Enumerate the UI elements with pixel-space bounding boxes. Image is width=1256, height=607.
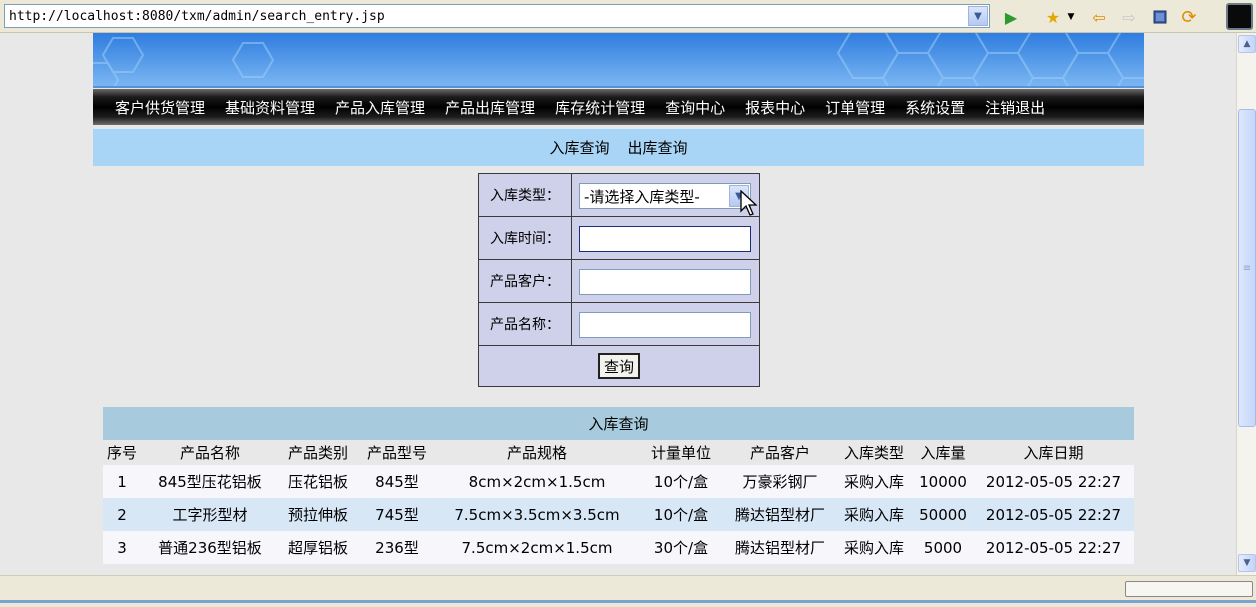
entry-type-selected-value: -请选择入库类型- (584, 187, 700, 206)
cell-quantity: 50000 (913, 498, 973, 531)
address-bar[interactable]: http://localhost:8080/txm/admin/search_e… (4, 4, 990, 28)
nav-product-entry[interactable]: 产品入库管理 (335, 97, 425, 118)
address-dropdown-icon[interactable]: ▼ (968, 6, 988, 26)
cell-quantity: 10000 (913, 465, 973, 498)
col-header-date: 入库日期 (973, 440, 1134, 465)
customer-input[interactable] (579, 269, 751, 295)
cell-index: 1 (103, 465, 141, 498)
nav-query-center[interactable]: 查询中心 (665, 97, 725, 118)
col-header-spec: 产品规格 (437, 440, 637, 465)
cell-category: 预拉伸板 (279, 498, 357, 531)
cell-product-name: 845型压花铝板 (141, 465, 279, 498)
table-row: 1 845型压花铝板 压花铝板 845型 8cm×2cm×1.5cm 10个/盒… (103, 465, 1134, 498)
nav-order-management[interactable]: 订单管理 (825, 97, 885, 118)
col-header-index: 序号 (103, 440, 141, 465)
cell-customer: 腾达铝型材厂 (725, 498, 835, 531)
table-row: 2 工字形型材 预拉伸板 745型 7.5cm×3.5cm×3.5cm 10个/… (103, 498, 1134, 531)
cell-entry-type: 采购入库 (835, 498, 913, 531)
exit-query-link[interactable]: 出库查询 (628, 137, 688, 158)
entry-type-label: 入库类型： (479, 174, 572, 216)
favorites-dropdown-icon[interactable]: ▼ (1064, 6, 1078, 28)
form-row-entry-time: 入库时间： (479, 217, 759, 260)
cell-date: 2012-05-05 22:27 (973, 465, 1134, 498)
address-bar-text: http://localhost:8080/txm/admin/search_e… (9, 8, 385, 24)
cell-unit: 30个/盒 (637, 531, 725, 564)
col-header-product-name: 产品名称 (141, 440, 279, 465)
cell-customer: 万豪彩钢厂 (725, 465, 835, 498)
table-header-row: 序号 产品名称 产品类别 产品型号 产品规格 计量单位 产品客户 入库类型 入库… (103, 440, 1134, 465)
cell-quantity: 5000 (913, 531, 973, 564)
cell-category: 压花铝板 (279, 465, 357, 498)
sub-nav: 入库查询 出库查询 (93, 128, 1144, 166)
cell-date: 2012-05-05 22:27 (973, 498, 1134, 531)
status-progress-panel (1125, 581, 1253, 597)
cell-spec: 8cm×2cm×1.5cm (437, 465, 637, 498)
go-icon[interactable]: ▶ (1000, 6, 1022, 28)
scroll-up-icon[interactable]: ▲ (1238, 35, 1256, 53)
product-name-input[interactable] (579, 312, 751, 338)
toolbar-panel-icon[interactable] (1226, 3, 1253, 30)
nav-system-settings[interactable]: 系统设置 (905, 97, 965, 118)
cell-customer: 腾达铝型材厂 (725, 531, 835, 564)
cell-index: 3 (103, 531, 141, 564)
cell-model: 845型 (357, 465, 437, 498)
col-header-category: 产品类别 (279, 440, 357, 465)
table-row: 3 普通236型铝板 超厚铝板 236型 7.5cm×2cm×1.5cm 30个… (103, 531, 1134, 564)
header-banner (93, 33, 1144, 88)
form-row-submit: 查询 (479, 346, 759, 386)
entry-time-label: 入库时间： (479, 217, 572, 259)
nav-basic-data[interactable]: 基础资料管理 (225, 97, 315, 118)
back-arrow-icon[interactable]: ⇦ (1088, 6, 1110, 28)
col-header-unit: 计量单位 (637, 440, 725, 465)
forward-arrow-icon[interactable]: ⇨ (1118, 6, 1140, 28)
vertical-scrollbar[interactable]: ▲ ≡ ▼ (1236, 33, 1256, 575)
customer-label: 产品客户： (479, 260, 572, 302)
results-panel: 入库查询 序号 产品名称 产品类别 产品型号 产品规格 计量单位 产品客户 入库… (103, 407, 1134, 564)
status-bar (0, 575, 1256, 607)
cell-entry-type: 采购入库 (835, 531, 913, 564)
stop-icon[interactable] (1149, 6, 1171, 28)
entry-type-select[interactable]: -请选择入库类型- ▼ (579, 183, 751, 209)
col-header-quantity: 入库量 (913, 440, 973, 465)
cell-model: 745型 (357, 498, 437, 531)
favorites-star-icon[interactable]: ★ (1042, 6, 1064, 28)
cell-entry-type: 采购入库 (835, 465, 913, 498)
cell-unit: 10个/盒 (637, 465, 725, 498)
scrollbar-thumb[interactable]: ≡ (1238, 109, 1256, 427)
cell-date: 2012-05-05 22:27 (973, 531, 1134, 564)
col-header-customer: 产品客户 (725, 440, 835, 465)
col-header-entry-type: 入库类型 (835, 440, 913, 465)
form-row-entry-type: 入库类型： -请选择入库类型- ▼ (479, 174, 759, 217)
scroll-down-icon[interactable]: ▼ (1238, 554, 1256, 572)
main-nav: 客户供货管理 基础资料管理 产品入库管理 产品出库管理 库存统计管理 查询中心 … (93, 89, 1144, 125)
nav-logout[interactable]: 注销退出 (985, 97, 1045, 118)
cell-spec: 7.5cm×2cm×1.5cm (437, 531, 637, 564)
status-accent-line (0, 600, 1256, 603)
form-row-customer: 产品客户： (479, 260, 759, 303)
cell-category: 超厚铝板 (279, 531, 357, 564)
cell-product-name: 普通236型铝板 (141, 531, 279, 564)
product-name-label: 产品名称： (479, 303, 572, 345)
nav-inventory-stats[interactable]: 库存统计管理 (555, 97, 645, 118)
cell-unit: 10个/盒 (637, 498, 725, 531)
mouse-cursor-icon (740, 190, 758, 216)
nav-product-exit[interactable]: 产品出库管理 (445, 97, 535, 118)
cell-product-name: 工字形型材 (141, 498, 279, 531)
results-title: 入库查询 (103, 407, 1134, 440)
nav-report-center[interactable]: 报表中心 (745, 97, 805, 118)
browser-toolbar: http://localhost:8080/txm/admin/search_e… (0, 0, 1256, 33)
col-header-model: 产品型号 (357, 440, 437, 465)
refresh-icon[interactable]: ⟳ (1178, 6, 1200, 28)
entry-time-input[interactable] (579, 226, 751, 252)
search-form: 入库类型： -请选择入库类型- ▼ 入库时间： 产品客户： 产品名称： 查询 (478, 173, 760, 387)
query-button[interactable]: 查询 (597, 353, 640, 379)
nav-customer-supply[interactable]: 客户供货管理 (115, 97, 205, 118)
results-table: 序号 产品名称 产品类别 产品型号 产品规格 计量单位 产品客户 入库类型 入库… (103, 440, 1134, 564)
web-page: 客户供货管理 基础资料管理 产品入库管理 产品出库管理 库存统计管理 查询中心 … (0, 33, 1236, 575)
cell-index: 2 (103, 498, 141, 531)
form-row-product-name: 产品名称： (479, 303, 759, 346)
entry-query-link[interactable]: 入库查询 (549, 137, 609, 158)
cell-spec: 7.5cm×3.5cm×3.5cm (437, 498, 637, 531)
cell-model: 236型 (357, 531, 437, 564)
